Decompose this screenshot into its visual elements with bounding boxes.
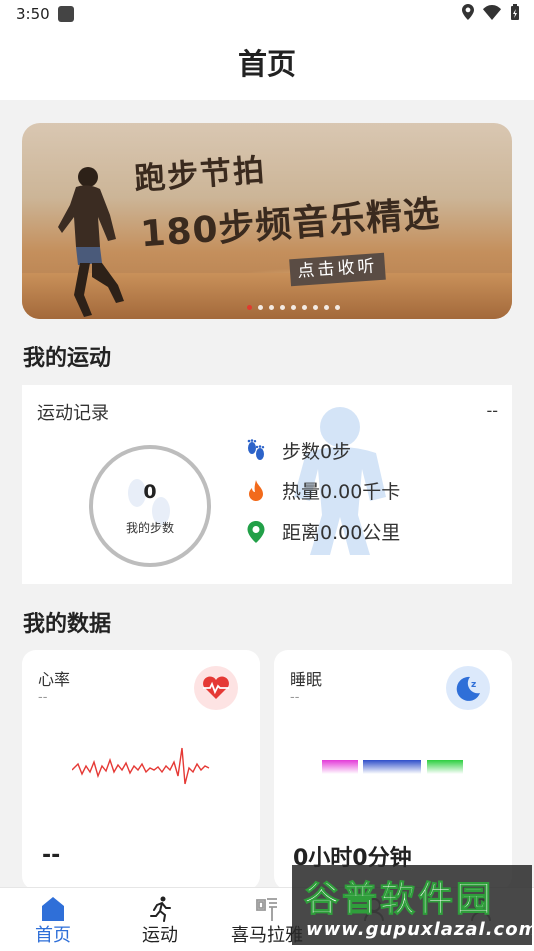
notification-app-icon — [58, 6, 74, 22]
heart-rate-waveform — [72, 747, 210, 785]
moon-icon: z — [456, 676, 480, 701]
banner-dot[interactable] — [268, 305, 274, 310]
svg-text:z: z — [471, 680, 476, 690]
sleep-subtext: -- — [290, 690, 300, 705]
sleep-bar-awake — [322, 760, 358, 774]
wifi-icon — [483, 4, 501, 20]
banner-subtitle: 180步频音乐精选 — [139, 193, 442, 256]
heart-rate-icon — [203, 676, 229, 699]
flame-icon — [249, 479, 263, 501]
stat-distance: 距离0.00公里 — [244, 518, 400, 545]
section-title-sport: 我的运动 — [23, 346, 112, 371]
status-icons — [462, 4, 520, 20]
heart-icon-container — [194, 666, 238, 710]
heart-rate-label: 心率 — [38, 670, 71, 689]
status-bar: 3:50 — [0, 0, 534, 28]
heart-rate-subtext: -- — [38, 690, 48, 705]
steps-value: 0 — [143, 481, 157, 503]
watermark-url: www.gupuxlazal.com — [306, 919, 534, 940]
stat-calories: 热量0.00千卡 — [244, 477, 400, 504]
page-title: 首页 — [0, 28, 534, 100]
sleep-label: 睡眠 — [290, 670, 323, 689]
battery-icon — [511, 4, 519, 20]
heart-rate-value: -- — [42, 843, 61, 868]
site-watermark: 谷普软件园 www.gupuxlazal.com — [292, 865, 534, 945]
promo-banner[interactable]: 跑步节拍 180步频音乐精选 点击收听 — [22, 123, 512, 319]
heart-rate-card[interactable]: 心率 -- -- — [22, 650, 260, 890]
banner-dot[interactable] — [334, 305, 340, 310]
banner-dot[interactable] — [290, 305, 296, 310]
stat-calories-text: 热量0.00千卡 — [282, 481, 401, 503]
sleep-bar-deep — [427, 760, 463, 774]
banner-dot[interactable] — [323, 305, 329, 310]
tab-sport[interactable]: 运动 — [115, 888, 205, 951]
tab-home[interactable]: 首页 — [8, 888, 98, 951]
section-title-data: 我的数据 — [23, 612, 112, 637]
home-icon — [42, 897, 64, 921]
status-time: 3:50 — [16, 5, 50, 23]
banner-title: 跑步节拍 — [133, 152, 268, 198]
record-title: 运动记录 — [37, 403, 109, 424]
steps-ring[interactable]: 0 我的步数 — [89, 445, 211, 567]
banner-dot[interactable] — [301, 305, 307, 310]
steps-label: 我的步数 — [125, 521, 174, 535]
stat-steps-text: 步数0步 — [282, 441, 352, 463]
runner-icon — [150, 896, 171, 922]
banner-pagination[interactable] — [22, 305, 512, 310]
banner-dot[interactable] — [279, 305, 285, 310]
tab-sport-label: 运动 — [142, 925, 178, 946]
location-icon — [462, 4, 474, 20]
stat-steps: 步数0步 — [244, 437, 351, 464]
stat-distance-text: 距离0.00公里 — [282, 522, 401, 544]
banner-dot[interactable] — [257, 305, 263, 310]
record-more-value: -- — [486, 401, 498, 420]
footprints-icon — [247, 438, 265, 460]
sleep-icon-container: z — [446, 666, 490, 710]
tab-home-label: 首页 — [35, 925, 71, 946]
banner-dot[interactable] — [312, 305, 318, 310]
watermark-title: 谷普软件园 — [303, 880, 495, 921]
listen-icon — [256, 898, 277, 921]
sleep-bar-light — [363, 760, 421, 774]
sport-record-card[interactable]: 运动记录 -- 0 我的步数 步数0步 热量0.00千卡 距离0.00公里 — [22, 385, 512, 584]
location-pin-icon — [247, 520, 265, 543]
sleep-card[interactable]: 睡眠 -- z 0小时0分钟 — [274, 650, 512, 890]
banner-dot[interactable] — [246, 305, 252, 310]
